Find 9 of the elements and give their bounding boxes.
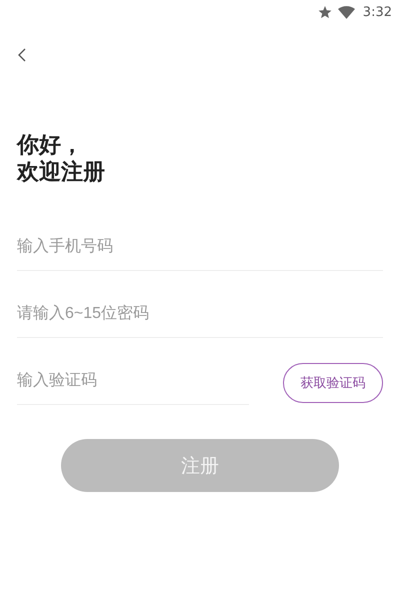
welcome-title: 你好， <box>17 132 83 159</box>
star-icon <box>318 6 332 18</box>
get-code-button[interactable]: 获取验证码 <box>283 363 383 403</box>
wifi-icon <box>338 6 355 18</box>
input-field[interactable]: 请输入6~15位密码 <box>17 291 383 338</box>
status-time: 3:32 <box>362 4 392 20</box>
input-field[interactable]: 输入手机号码 <box>17 224 383 271</box>
code-field[interactable]: 输入验证码 <box>17 358 249 405</box>
welcome-title: 欢迎注册 <box>17 159 105 186</box>
